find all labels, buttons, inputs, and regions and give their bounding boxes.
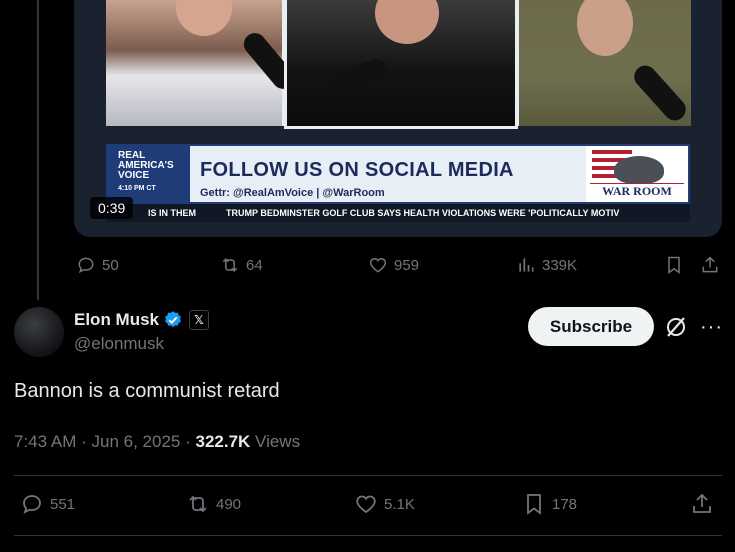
author-name[interactable]: Elon Musk — [74, 310, 159, 330]
reply-count: 50 — [102, 256, 119, 274]
reply-icon — [78, 257, 94, 274]
banner-subline: Gettr: @RealAmVoice | @WarRoom — [200, 187, 385, 199]
divider — [14, 535, 722, 536]
bookmark-icon — [527, 494, 541, 515]
bookmark-button[interactable]: 178 — [522, 492, 577, 516]
repost-button[interactable]: 64 — [220, 255, 263, 275]
share-icon — [693, 493, 711, 513]
banner-headline: FOLLOW US ON SOCIAL MEDIA — [200, 159, 514, 181]
bookmark-icon — [668, 256, 680, 274]
video-duration: 0:39 — [90, 197, 134, 219]
view-count: 339K — [542, 256, 578, 274]
more-options-button[interactable]: ··· — [700, 316, 723, 339]
author-name-row[interactable]: Elon Musk 𝕏 — [74, 310, 210, 330]
share-icon — [702, 256, 718, 273]
war-room-logo: WAR ROOM — [586, 146, 688, 202]
news-ticker: IS IN THEM TRUMP BEDMINSTER GOLF CLUB SA… — [106, 204, 690, 222]
meta-separator: · — [185, 432, 196, 451]
broadcast-time: 4:10 PM CT — [118, 185, 156, 192]
divider — [14, 475, 722, 476]
reply-icon — [23, 495, 41, 514]
tweet-action-bar: 551 490 5.1K 178 — [14, 490, 722, 522]
microphone — [321, 56, 391, 98]
share-button[interactable] — [700, 255, 726, 275]
meta-separator: · — [81, 432, 92, 451]
repost-icon — [189, 495, 207, 513]
tweet-time[interactable]: 7:43 AM — [14, 432, 76, 451]
video-panel-left — [106, 0, 299, 126]
author-handle[interactable]: @elonmusk — [74, 334, 164, 354]
ticker-text-left: IS IN THEM — [148, 208, 197, 218]
subscribe-button[interactable]: Subscribe — [528, 307, 654, 346]
repost-count: 490 — [216, 495, 242, 513]
heart-icon — [356, 495, 376, 514]
war-room-logo-text: WAR ROOM — [590, 183, 684, 199]
tweet-views-count: 322.7K — [195, 432, 251, 451]
video-panel-right — [516, 0, 691, 126]
broadcast-banner: REAL AMERICA'S VOICE 4:10 PM CT FOLLOW U… — [106, 144, 690, 204]
repost-count: 64 — [246, 256, 263, 274]
channel-logo: REAL AMERICA'S VOICE 4:10 PM CT — [108, 146, 190, 202]
bookmark-button[interactable] — [664, 255, 690, 275]
person-face — [176, 0, 232, 36]
tweet-date[interactable]: Jun 6, 2025 — [92, 432, 181, 451]
analytics-icon — [519, 258, 534, 272]
reply-count: 551 — [50, 495, 76, 513]
person-face — [577, 0, 633, 56]
brand-line: VOICE — [118, 170, 150, 181]
bookmark-count: 178 — [552, 495, 578, 513]
views-button[interactable]: 339K — [516, 255, 577, 275]
video-panel-center — [284, 0, 518, 129]
reply-button[interactable]: 551 — [20, 492, 75, 516]
person-face — [375, 0, 439, 44]
like-count: 5.1K — [384, 495, 415, 513]
like-count: 959 — [394, 256, 420, 274]
eagle-icon — [614, 156, 664, 184]
tweet-text: Bannon is a communist retard — [14, 380, 280, 402]
grok-icon[interactable] — [664, 315, 688, 339]
thread-connector-line — [37, 0, 39, 300]
tweet-views-label: Views — [255, 432, 301, 451]
like-button[interactable]: 959 — [368, 255, 419, 275]
verified-badge-icon — [165, 311, 181, 328]
affiliate-x-badge-icon: 𝕏 — [189, 310, 210, 330]
heart-icon — [369, 257, 387, 273]
share-button[interactable] — [690, 492, 720, 516]
repost-icon — [222, 258, 238, 272]
ticker-text-right: TRUMP BEDMINSTER GOLF CLUB SAYS HEALTH V… — [226, 208, 620, 218]
reply-button[interactable]: 50 — [76, 255, 119, 275]
video-player[interactable]: REAL AMERICA'S VOICE 4:10 PM CT FOLLOW U… — [74, 0, 722, 237]
parent-action-bar: 50 64 959 339K — [74, 250, 722, 282]
microphone — [629, 61, 691, 125]
like-button[interactable]: 5.1K — [354, 492, 415, 516]
repost-button[interactable]: 490 — [186, 492, 241, 516]
tweet-meta: 7:43 AM · Jun 6, 2025 · 322.7K Views — [14, 432, 300, 452]
avatar[interactable] — [14, 307, 64, 357]
